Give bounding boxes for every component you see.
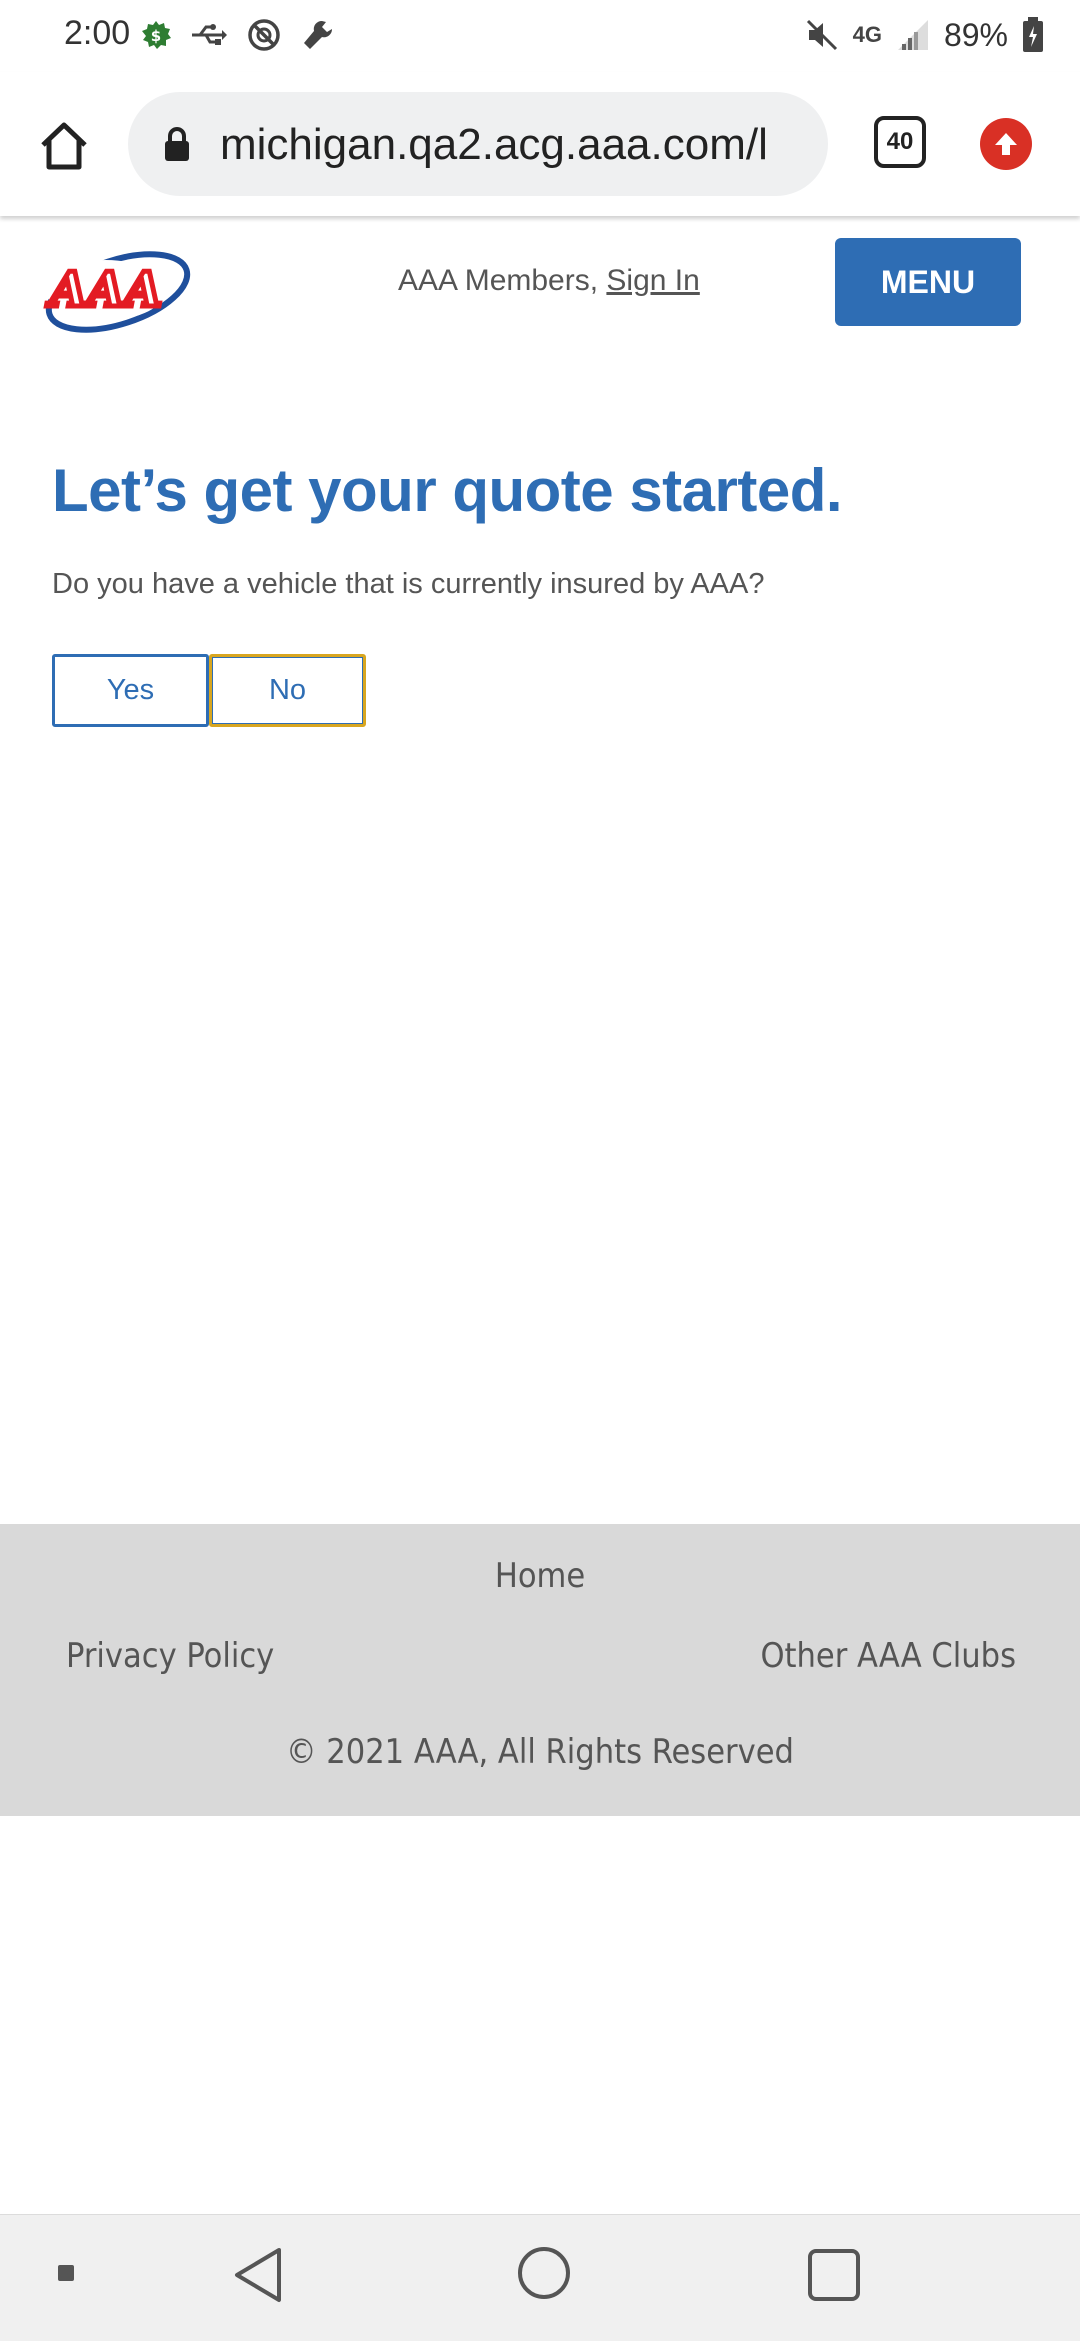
- arrow-up-icon: [995, 133, 1017, 155]
- footer: Home Privacy Policy Other AAA Clubs © 20…: [0, 1524, 1080, 1816]
- system-nav-bar: [0, 2214, 1080, 2341]
- sign-in-link[interactable]: Sign In: [606, 264, 699, 297]
- status-bar: 2:00 $ 4G 89%: [0, 0, 1080, 72]
- menu-button[interactable]: MENU: [835, 238, 1021, 326]
- nav-recents-button[interactable]: [804, 2245, 864, 2305]
- back-icon: [235, 2248, 281, 2302]
- answer-buttons: Yes No: [52, 654, 366, 727]
- no-button[interactable]: No: [209, 654, 366, 727]
- page-title: Let’s get your quote started.: [52, 457, 843, 524]
- mute-icon: [806, 19, 837, 51]
- address-bar[interactable]: michigan.qa2.acg.aaa.com/l: [128, 92, 828, 196]
- footer-privacy-link[interactable]: Privacy Policy: [66, 1636, 274, 1676]
- footer-other-clubs-link[interactable]: Other AAA Clubs: [760, 1636, 1016, 1676]
- money-icon: $: [142, 21, 171, 49]
- yes-button[interactable]: Yes: [52, 654, 209, 727]
- site-header: AAA AAA Members, Sign In MENU: [0, 216, 1080, 366]
- url-text: michigan.qa2.acg.aaa.com/l: [220, 120, 768, 169]
- nav-home-button[interactable]: [514, 2243, 574, 2303]
- home-icon: [41, 122, 87, 170]
- browser-toolbar: michigan.qa2.acg.aaa.com/l 40: [0, 72, 1080, 216]
- square-dot-icon: [58, 2265, 74, 2281]
- insured-question: Do you have a vehicle that is currently …: [52, 568, 765, 600]
- recents-icon: [808, 2249, 860, 2301]
- wrench-icon: [304, 20, 333, 49]
- battery-icon: [1023, 17, 1043, 52]
- nav-back-button[interactable]: [228, 2245, 288, 2305]
- members-sign-in: AAA Members, Sign In: [398, 264, 700, 298]
- nav-extra-button[interactable]: [56, 2263, 76, 2283]
- footer-copyright: © 2021 AAA, All Rights Reserved: [286, 1732, 794, 1772]
- network-type: 4G: [852, 22, 882, 47]
- sync-off-icon: [248, 19, 280, 51]
- svg-text:$: $: [151, 27, 161, 45]
- logo-text: AAA: [46, 262, 162, 318]
- status-time: 2:00: [64, 14, 131, 52]
- footer-home-link[interactable]: Home: [0, 1556, 1080, 1596]
- lock-icon: [165, 127, 189, 161]
- members-text: AAA Members,: [398, 264, 607, 297]
- battery-percent: 89%: [943, 16, 1008, 53]
- update-button[interactable]: [980, 118, 1032, 170]
- aaa-logo[interactable]: AAA: [42, 244, 194, 345]
- signal-icon: [897, 20, 928, 50]
- browser-home-button[interactable]: [30, 112, 98, 180]
- circle-home-icon: [518, 2247, 570, 2299]
- usb-icon: [192, 24, 227, 45]
- tab-switcher-button[interactable]: 40: [874, 116, 926, 168]
